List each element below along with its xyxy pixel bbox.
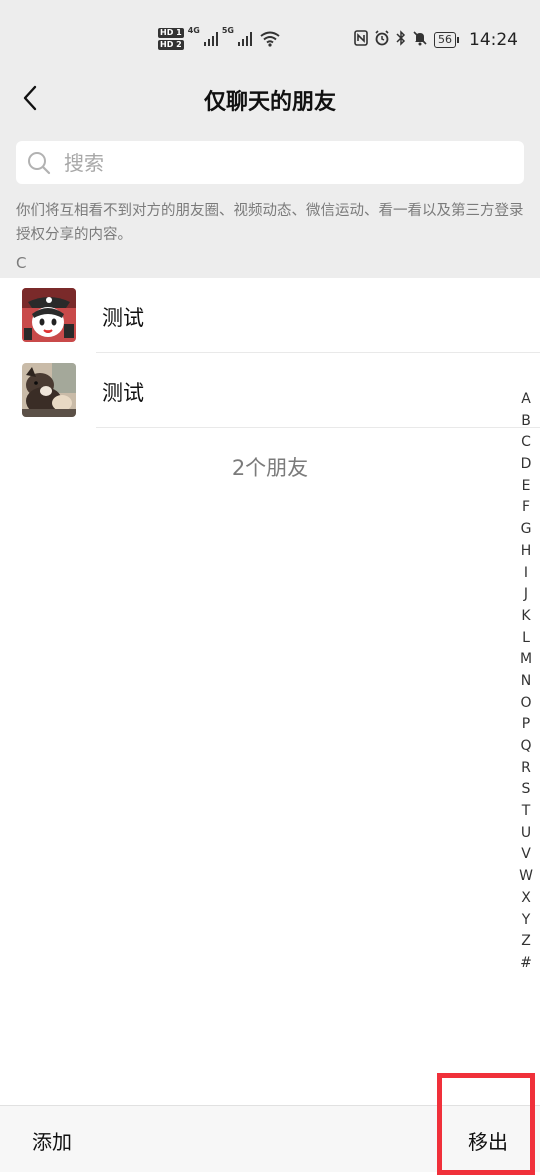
contact-name: 测试 <box>102 306 144 330</box>
index-letter[interactable]: T <box>516 801 536 823</box>
clock: 14:24 <box>469 30 518 50</box>
avatar <box>22 363 76 417</box>
network1-label: 4G <box>187 26 200 35</box>
remove-button[interactable]: 移出 <box>468 1126 508 1155</box>
bottom-action-bar: 添加 移出 <box>0 1105 540 1172</box>
index-letter[interactable]: H <box>516 541 536 563</box>
index-letter[interactable]: E <box>516 476 536 498</box>
sim-badges: HD 1 HD 2 <box>158 28 184 50</box>
mute-icon <box>412 30 428 50</box>
index-letter[interactable]: N <box>516 671 536 693</box>
index-letter[interactable]: P <box>516 714 536 736</box>
index-letter[interactable]: D <box>516 454 536 476</box>
index-letter[interactable]: G <box>516 519 536 541</box>
contact-name: 测试 <box>102 381 144 405</box>
sim1-badge: HD 1 <box>158 28 184 38</box>
index-letter[interactable]: C <box>516 432 536 454</box>
index-letter[interactable]: K <box>516 606 536 628</box>
alphabet-index[interactable]: A B C D E F G H I J K L M N O P Q R S T … <box>516 389 536 975</box>
contact-row[interactable]: 测试 <box>0 278 540 353</box>
search-icon <box>26 150 52 176</box>
index-letter[interactable]: Y <box>516 910 536 932</box>
index-letter[interactable]: J <box>516 584 536 606</box>
battery-level: 56 <box>434 32 456 48</box>
index-letter[interactable]: W <box>516 866 536 888</box>
status-bar: HD 1 HD 2 4G 5G 56 14:24 <box>0 0 540 80</box>
sim2-badge: HD 2 <box>158 40 184 50</box>
nfc-icon <box>354 30 368 50</box>
header: 仅聊天的朋友 <box>0 70 540 126</box>
index-letter[interactable]: R <box>516 758 536 780</box>
signal-bars-icon <box>237 32 252 46</box>
avatar <box>22 288 76 342</box>
index-letter[interactable]: # <box>516 953 536 975</box>
index-letter[interactable]: A <box>516 389 536 411</box>
index-letter[interactable]: S <box>516 779 536 801</box>
privacy-notice: 你们将互相看不到对方的朋友圈、视频动态、微信运动、看一看以及第三方登录授权分享的… <box>16 203 524 243</box>
network2-label: 5G <box>221 26 234 35</box>
search-bar[interactable] <box>16 141 524 184</box>
signal-bars-icon <box>203 32 218 46</box>
index-letter[interactable]: X <box>516 888 536 910</box>
divider <box>96 427 540 428</box>
index-letter[interactable]: Z <box>516 931 536 953</box>
friend-count: 2个朋友 <box>231 456 309 480</box>
alarm-icon <box>374 30 390 50</box>
index-letter[interactable]: U <box>516 823 536 845</box>
battery-icon: 56 <box>434 32 459 48</box>
index-letter[interactable]: L <box>516 628 536 650</box>
index-letter[interactable]: O <box>516 693 536 715</box>
index-letter[interactable]: F <box>516 497 536 519</box>
section-header: C <box>16 254 27 272</box>
signal-indicators: HD 1 HD 2 4G 5G <box>158 24 280 54</box>
search-input[interactable] <box>62 149 486 176</box>
index-letter[interactable]: V <box>516 844 536 866</box>
page-title: 仅聊天的朋友 <box>203 90 336 115</box>
index-letter[interactable]: M <box>516 649 536 671</box>
status-right: 56 14:24 <box>354 28 518 52</box>
add-button[interactable]: 添加 <box>32 1126 72 1155</box>
contact-row[interactable]: 测试 <box>0 353 540 428</box>
bluetooth-icon <box>396 30 406 50</box>
index-letter[interactable]: Q <box>516 736 536 758</box>
wifi-icon <box>260 31 280 47</box>
index-letter[interactable]: B <box>516 411 536 433</box>
index-letter[interactable]: I <box>516 563 536 585</box>
